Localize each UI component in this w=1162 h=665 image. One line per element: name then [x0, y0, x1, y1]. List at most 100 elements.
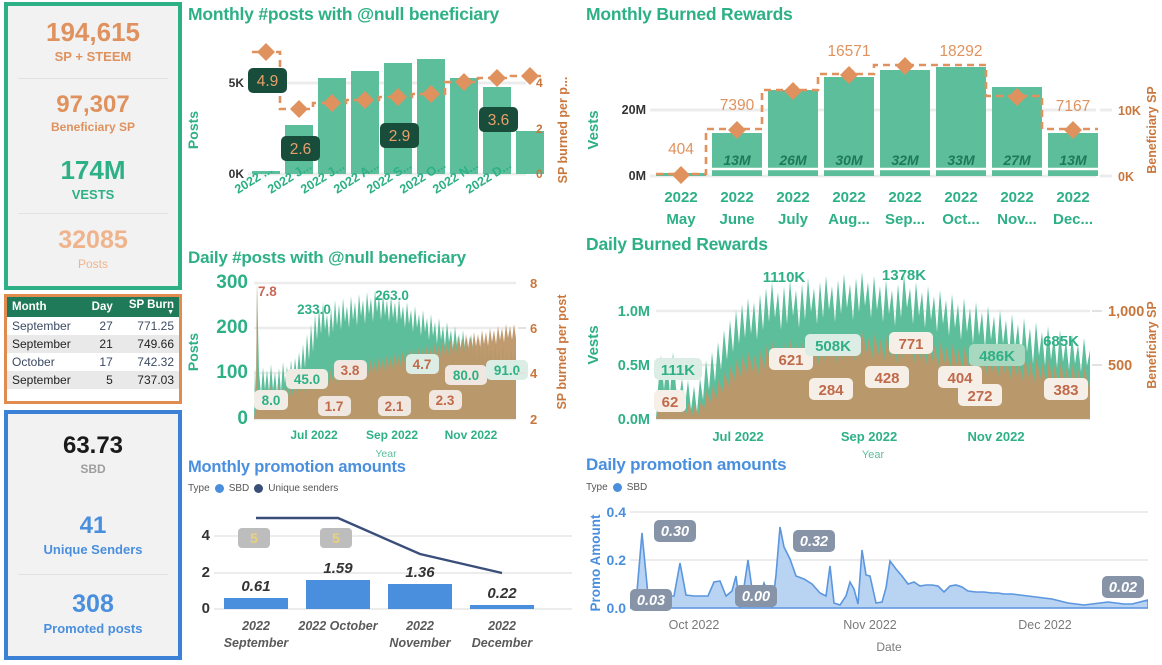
daily-posts-title: Daily #posts with @null beneficiary	[188, 248, 466, 267]
kpi-sbd[interactable]: 63.73 SBD	[8, 414, 178, 496]
cell-day: 17	[99, 355, 113, 369]
y2-ticks: 8 6 4 2	[530, 276, 538, 427]
y2-tick-0: 0	[536, 167, 543, 181]
y-ticks: 4 2 0	[202, 527, 211, 617]
area-sbd[interactable]	[630, 526, 1148, 609]
x-tick-labels: Jul 2022 Sep 2022 Nov 2022	[712, 429, 1024, 444]
kpi-sp-steem[interactable]: 194,615 SP + STEEM	[8, 6, 178, 78]
monthly-promo-svg: 4 2 0 5 5 0.61 1.59 1.36 0.22 2022 Septe…	[202, 516, 572, 650]
kpi-beneficiary-sp-label: Beneficiary SP	[50, 119, 136, 134]
table-row[interactable]: September 21 749.66	[7, 335, 179, 353]
monthly-burned-plot[interactable]: Vests 20M 0M 404 7390 16571 18292 7167 1…	[584, 30, 1162, 234]
bar[interactable]	[388, 584, 452, 609]
annotation: 383	[1053, 382, 1078, 399]
line-label: 404	[668, 141, 694, 158]
bars[interactable]	[656, 67, 1098, 176]
kpi-promoted-posts[interactable]: 308 Promoted posts	[8, 575, 178, 653]
bar-label: 26M	[778, 152, 807, 168]
legend-swatch-sbd	[612, 483, 622, 492]
x-tick-month: Oct...	[942, 211, 980, 228]
daily-burned-plot[interactable]: Vests 1.0M 0.5M 0.0M 1110K 1378K 111K 62…	[584, 260, 1162, 461]
x-tick-month: December	[472, 636, 534, 650]
bar[interactable]	[224, 598, 288, 609]
panel-daily-burned: Daily Burned Rewards Vests 1.0M 0.5M 0.0…	[584, 234, 1162, 461]
left-column: 194,615 SP + STEEM 97,307 Beneficiary SP…	[4, 2, 184, 662]
kpi-unique-senders[interactable]: 41 Unique Senders	[8, 496, 178, 574]
x-tick-month: June	[719, 211, 754, 228]
bar[interactable]	[417, 59, 445, 174]
kpi-beneficiary-sp[interactable]: 97,307 Beneficiary SP	[8, 79, 178, 147]
y-tick-0: 0	[237, 408, 248, 429]
bar[interactable]	[384, 63, 412, 174]
daily-promo-legend[interactable]: Type SBD	[586, 482, 1162, 493]
x-tick: Nov 2022	[445, 428, 498, 442]
annotation: 7.8	[258, 284, 277, 299]
monthly-posts-title: Monthly #posts with @null beneficiary	[188, 4, 500, 24]
kpi-promoted-posts-value: 308	[72, 590, 114, 619]
y-tick-300: 300	[216, 272, 248, 293]
bar-label: 27M	[1002, 152, 1031, 168]
bar-label: 0.22	[487, 585, 517, 602]
y-tick-0: 0	[202, 600, 210, 617]
sp-burn-table[interactable]: Month Day SP Burn ▼ September 27 771.25	[4, 294, 182, 404]
bar-label: 1.59	[323, 560, 353, 577]
panel-daily-posts: Daily #posts with @null beneficiary Post…	[185, 248, 578, 460]
kpi-card-blue[interactable]: 63.73 SBD 41 Unique Senders 308 Promoted…	[4, 410, 182, 660]
marker-diamond	[672, 166, 690, 184]
legend-label-unique-senders[interactable]: Unique senders	[268, 483, 338, 494]
series-area[interactable]	[630, 526, 1148, 609]
line-label: 5	[250, 530, 258, 546]
bar[interactable]	[318, 78, 346, 174]
annotation: 0.02	[1109, 580, 1137, 596]
kpi-card-green[interactable]: 194,615 SP + STEEM 97,307 Beneficiary SP…	[4, 2, 182, 290]
y2-tick-10k: 10K	[1118, 104, 1141, 118]
kpi-unique-senders-value: 41	[79, 511, 107, 539]
y-tick-4: 4	[202, 527, 211, 544]
x-tick: Jul 2022	[712, 429, 763, 444]
x-tick-year: 2022	[1000, 189, 1033, 206]
table-row[interactable]: September 27 771.25	[7, 317, 179, 335]
monthly-posts-plot[interactable]: Posts 5K 0K 4.9 2.6 2.9 3.6 4 2 0 SP bur…	[185, 30, 578, 234]
annotation: 91.0	[494, 363, 520, 378]
daily-promo-plot[interactable]: Promo Amount 0.4 0.2 0.0 0.30 0.03 0.00 …	[584, 503, 1162, 665]
x-tick-month: Aug...	[828, 211, 870, 228]
line-label: 16571	[827, 43, 870, 60]
daily-burned-title: Daily Burned Rewards	[586, 234, 768, 254]
col-day[interactable]: Day	[83, 297, 118, 317]
col-sp-burn[interactable]: SP Burn ▼	[117, 297, 179, 317]
monthly-burned-svg: Vests 20M 0M 404 7390 16571 18292 7167 1…	[585, 43, 1159, 228]
x-tick-year: 2022	[405, 619, 434, 633]
annotation: 1378K	[882, 267, 926, 284]
legend-label-sbd[interactable]: SBD	[229, 483, 250, 494]
annotation: 508K	[815, 338, 851, 355]
cell-day: 21	[83, 335, 118, 353]
annotation: 284	[818, 382, 844, 399]
table-row[interactable]: September 5 737.03	[7, 371, 179, 389]
senders-line[interactable]	[256, 516, 503, 575]
bar[interactable]	[351, 71, 379, 174]
legend-swatch-sbd	[214, 484, 224, 493]
annotation: 0.03	[637, 593, 665, 609]
table-row[interactable]: October 17 742.32	[7, 353, 179, 371]
series-areas[interactable]	[656, 272, 1090, 419]
panel-monthly-promo: Monthly promotion amounts Type SBD Uniqu…	[186, 458, 578, 665]
annotation: 2.1	[385, 399, 404, 414]
annotation: 2.3	[436, 393, 455, 408]
y-tick-2: 2	[202, 564, 210, 581]
daily-posts-plot[interactable]: Posts 300 200 100 0 7.8 233.0 263.0 8.0 …	[185, 272, 578, 460]
bar[interactable]	[306, 580, 370, 609]
kpi-vests[interactable]: 174M VESTS	[8, 147, 178, 213]
bar[interactable]	[470, 605, 534, 609]
legend-label-sbd[interactable]: SBD	[627, 482, 648, 493]
col-month[interactable]: Month	[7, 297, 84, 317]
monthly-promo-plot[interactable]: 4 2 0 5 5 0.61 1.59 1.36 0.22 2022 Septe…	[186, 506, 578, 665]
y-axis-label: Vests	[585, 325, 602, 364]
x-tick: Dec 2022	[1018, 618, 1072, 632]
bar-label: 32M	[891, 152, 919, 168]
y2-axis-label: Beneficiary SP	[1145, 86, 1159, 174]
x-tick-year: 2022	[241, 619, 270, 633]
monthly-promo-legend[interactable]: Type SBD Unique senders	[188, 483, 578, 494]
y2-tick-2: 2	[536, 122, 543, 136]
kpi-posts[interactable]: 32085 Posts	[8, 214, 178, 284]
y2-tick-6: 6	[530, 321, 537, 336]
